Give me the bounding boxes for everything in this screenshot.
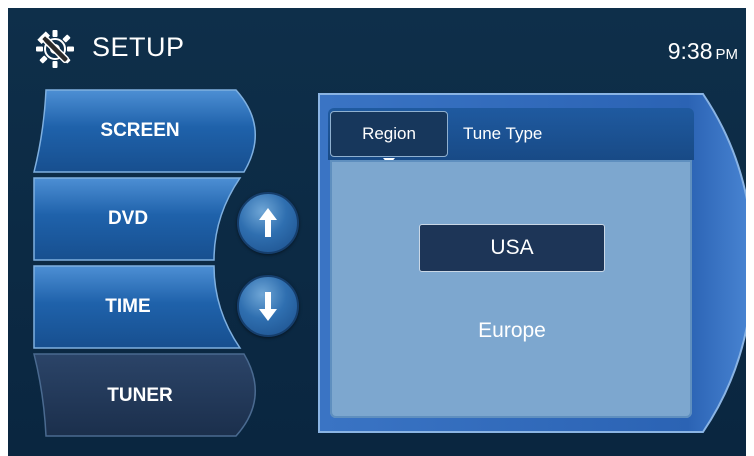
scroll-up-button[interactable] — [237, 192, 299, 254]
option-europe[interactable]: Europe — [419, 307, 605, 355]
menu-item-dvd[interactable]: DVD — [28, 208, 228, 230]
arrow-down-icon — [259, 292, 277, 321]
menu-item-screen[interactable]: SCREEN — [40, 120, 240, 142]
tab-tune-type[interactable]: Tune Type — [463, 111, 542, 157]
clock: 9:38 PM — [668, 38, 738, 65]
scroll-down-button[interactable] — [237, 275, 299, 337]
tab-region[interactable]: Region — [330, 111, 448, 157]
menu-item-time[interactable]: TIME — [28, 296, 228, 318]
option-usa[interactable]: USA — [419, 224, 605, 272]
setup-menu: SCREEN DVD TIME TUNER — [8, 88, 278, 448]
setup-screen: SETUP 9:38 PM SCREEN DVD TIME TUNER Regi… — [8, 8, 746, 456]
arrow-up-icon — [259, 208, 277, 237]
clock-time: 9:38 — [667, 38, 713, 64]
header: SETUP 9:38 PM — [8, 8, 746, 88]
region-options-panel — [330, 160, 692, 418]
gear-wrench-icon — [36, 30, 74, 68]
clock-ampm: PM — [715, 46, 739, 63]
menu-item-tuner[interactable]: TUNER — [40, 385, 240, 407]
page-title: SETUP — [92, 32, 185, 62]
